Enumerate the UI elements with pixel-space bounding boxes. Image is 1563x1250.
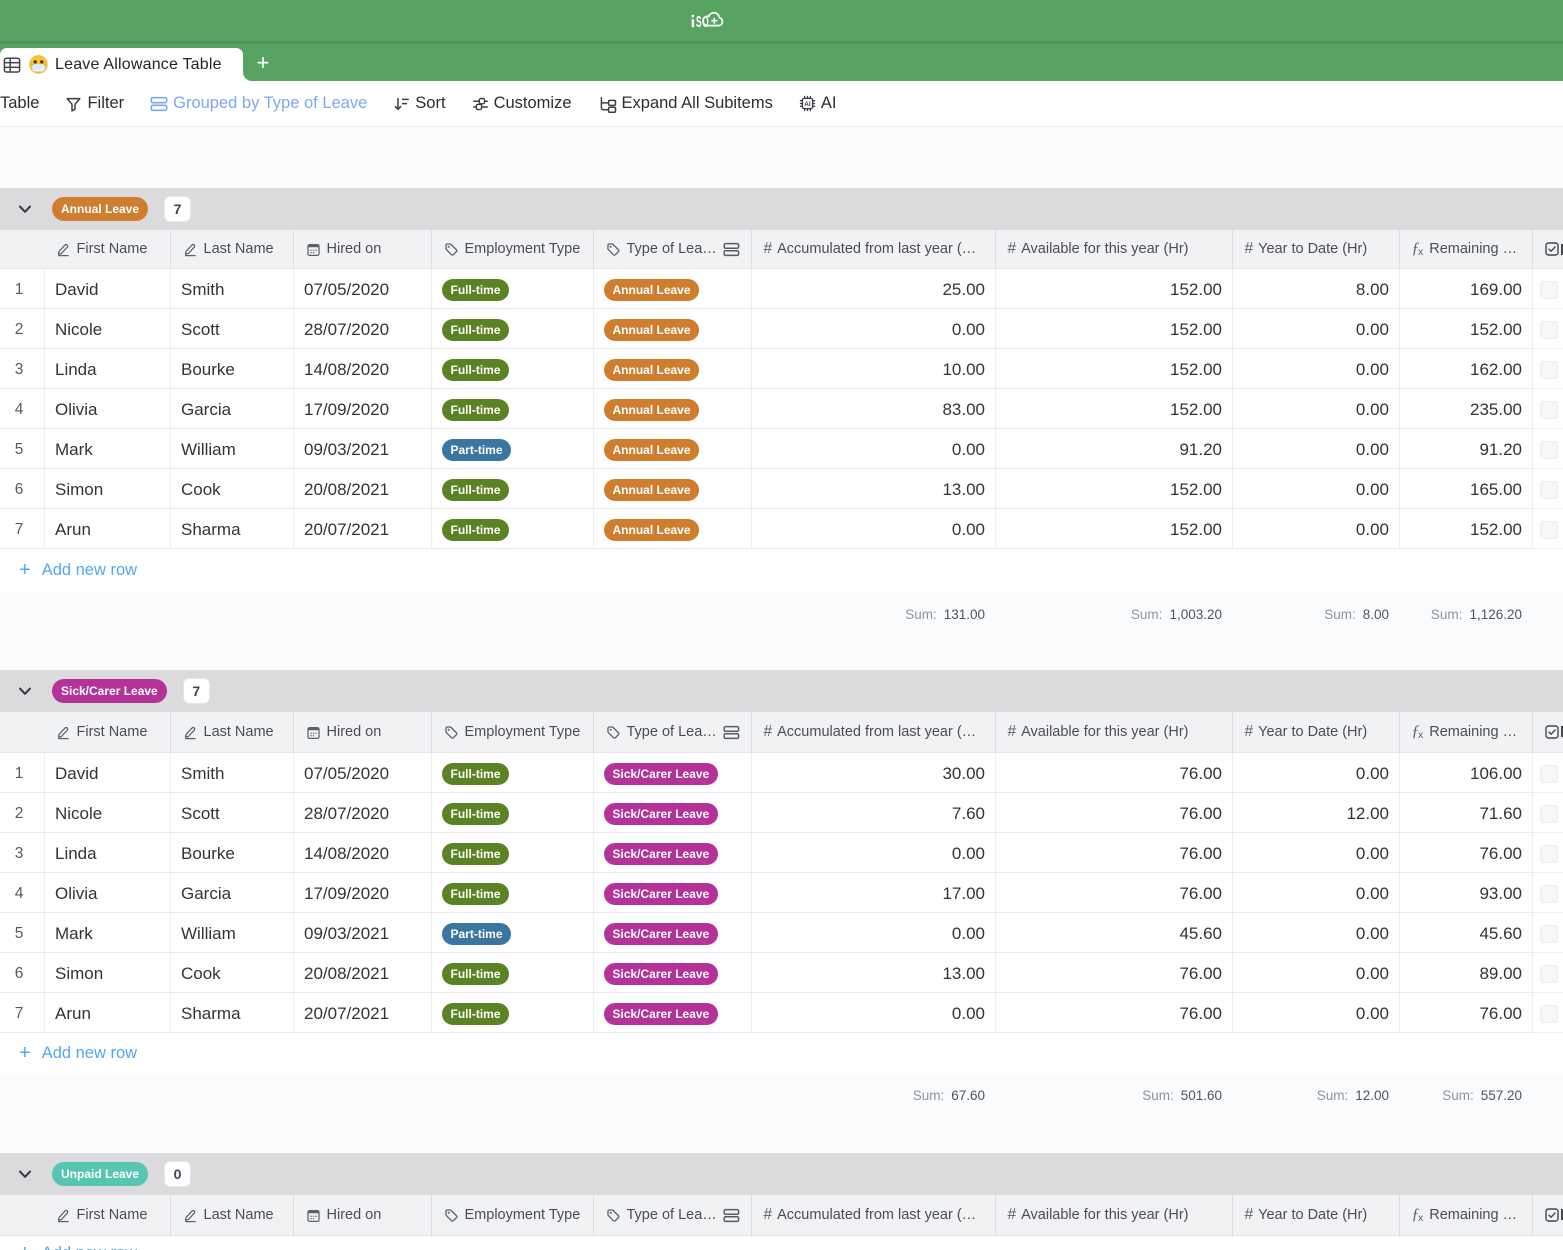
svg-text:AI: AI bbox=[804, 101, 811, 108]
